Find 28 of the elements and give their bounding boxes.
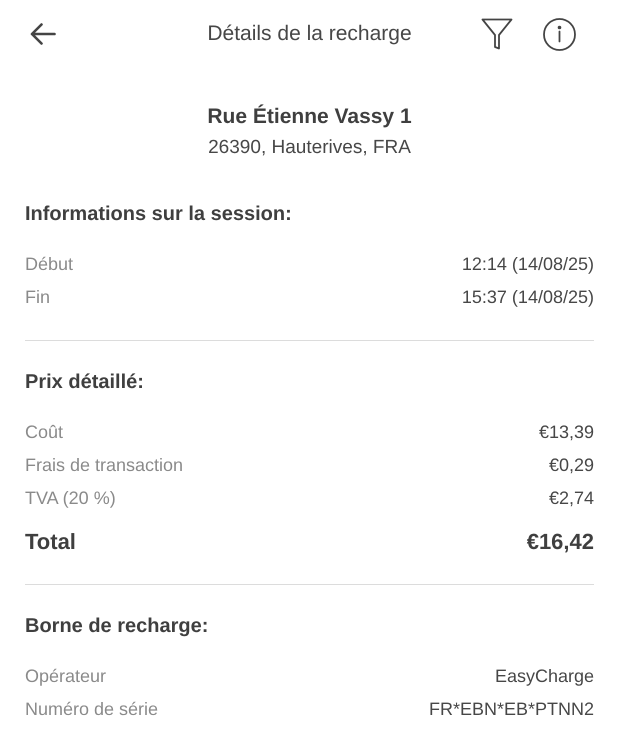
detail-label: Numéro de série — [25, 698, 158, 721]
screen-title: Détails de la recharge — [207, 21, 412, 48]
detail-label: Coût — [25, 421, 64, 444]
detail-value: €2,74 — [548, 487, 594, 510]
detail-label: Début — [25, 253, 74, 276]
detail-value: EasyCharge — [494, 665, 594, 688]
detail-label: Frais de transaction — [25, 454, 184, 477]
section-heading: Prix détaillé: — [25, 370, 145, 395]
station-address: Rue Étienne Vassy 1 — [207, 103, 412, 130]
total-label: Total — [25, 528, 76, 556]
filter-icon — [481, 18, 513, 50]
section-heading: Borne de recharge: — [25, 614, 210, 639]
detail-value: 12:14 (14/08/25) — [462, 253, 594, 276]
info-button[interactable] — [543, 18, 576, 50]
detail-value: 15:37 (14/08/25) — [462, 286, 594, 309]
back-button[interactable] — [30, 23, 56, 45]
detail-label: TVA (20 %) — [25, 487, 116, 510]
info-icon — [543, 18, 576, 50]
detail-label: Fin — [25, 286, 50, 309]
detail-value: €13,39 — [538, 421, 594, 444]
back-arrow-icon — [30, 23, 56, 45]
section-heading: Informations sur la session: — [25, 202, 293, 227]
detail-value: €0,29 — [548, 454, 594, 477]
detail-value: FR*EBN*EB*PTNN2 — [428, 698, 594, 721]
station-locality: 26390, Hauterives, FRA — [208, 136, 411, 160]
filter-button[interactable] — [481, 18, 513, 50]
detail-label: Opérateur — [25, 665, 106, 688]
total-amount: €16,42 — [526, 528, 594, 556]
